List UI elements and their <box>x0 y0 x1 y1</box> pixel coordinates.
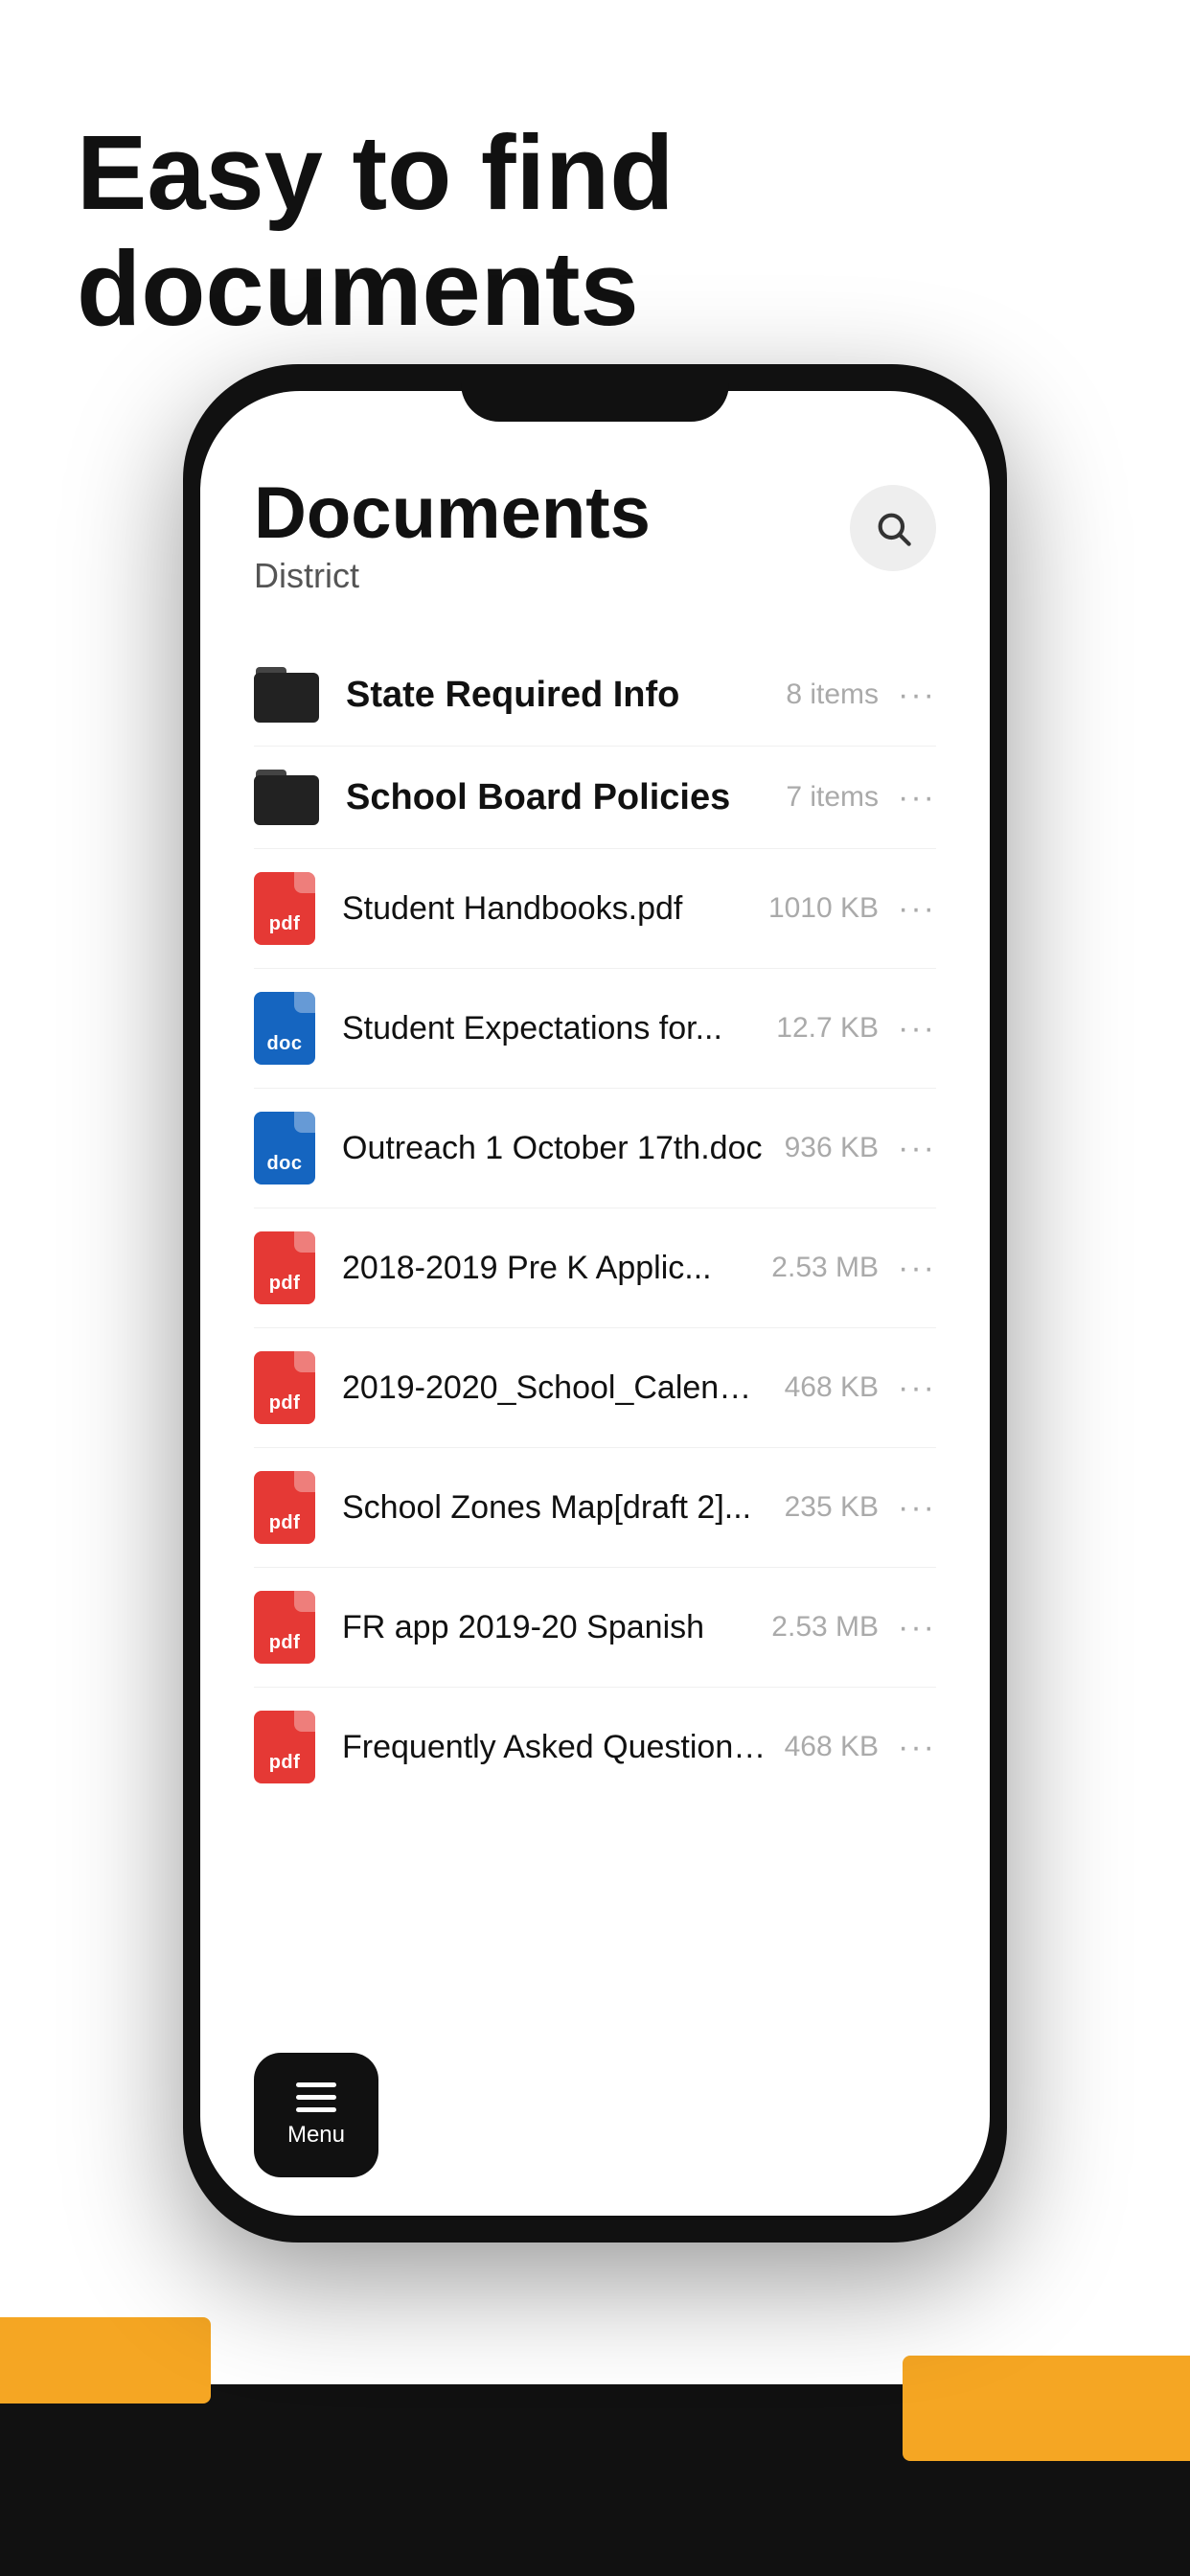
file-more-4[interactable]: ··· <box>898 1369 936 1407</box>
bg-yellow-left <box>0 2317 211 2404</box>
file-item-7[interactable]: pdf Frequently Asked Questions... 468 KB… <box>254 1688 936 1806</box>
file-meta-3: 2.53 MB <box>771 1252 879 1284</box>
pdf-label-0: pdf <box>269 913 301 935</box>
file-meta-0: 1010 KB <box>768 892 879 925</box>
folder-item-school-board[interactable]: School Board Policies 7 items ··· <box>254 747 936 849</box>
folder-meta-school-board: 7 items <box>786 781 879 814</box>
pdf-icon-5: pdf <box>254 1471 315 1544</box>
screen-title-block: Documents District <box>254 477 651 596</box>
file-meta-4: 468 KB <box>785 1371 879 1404</box>
document-list: State Required Info 8 items ··· School B… <box>254 644 936 1806</box>
file-name-2: Outreach 1 October 17th.doc <box>342 1130 769 1167</box>
menu-line-1 <box>296 2082 336 2087</box>
menu-label: Menu <box>287 2122 345 2149</box>
pdf-icon-4: pdf <box>254 1351 315 1424</box>
folder-icon <box>254 770 319 825</box>
menu-line-2 <box>296 2095 336 2100</box>
file-more-7[interactable]: ··· <box>898 1729 936 1766</box>
folder-item-state-required[interactable]: State Required Info 8 items ··· <box>254 644 936 747</box>
pdf-label-6: pdf <box>269 1632 301 1654</box>
bottom-bar: Menu <box>254 2053 378 2177</box>
screen-content: Documents District <box>200 391 990 2216</box>
file-more-6[interactable]: ··· <box>898 1609 936 1646</box>
phone-frame: Documents District <box>183 364 1007 2242</box>
file-item-1[interactable]: doc Student Expectations for... 12.7 KB … <box>254 969 936 1089</box>
search-icon <box>874 509 912 547</box>
screen-subtitle: District <box>254 556 651 596</box>
phone-screen: Documents District <box>200 391 990 2216</box>
search-button[interactable] <box>850 485 936 571</box>
file-more-1[interactable]: ··· <box>898 1010 936 1047</box>
pdf-icon-6: pdf <box>254 1591 315 1664</box>
menu-button[interactable]: Menu <box>254 2053 378 2177</box>
pdf-icon-7: pdf <box>254 1711 315 1783</box>
folder-more-school-board[interactable]: ··· <box>898 779 936 816</box>
pdf-label-3: pdf <box>269 1273 301 1295</box>
phone-notch <box>461 364 729 422</box>
folder-icon <box>254 667 319 723</box>
doc-icon-2: doc <box>254 1112 315 1184</box>
menu-lines-icon <box>296 2082 336 2112</box>
bg-yellow-right <box>903 2356 1190 2461</box>
file-more-2[interactable]: ··· <box>898 1130 936 1167</box>
file-more-3[interactable]: ··· <box>898 1250 936 1287</box>
file-name-4: 2019-2020_School_Calenda... <box>342 1369 769 1407</box>
file-name-1: Student Expectations for... <box>342 1010 761 1047</box>
file-meta-7: 468 KB <box>785 1731 879 1763</box>
file-item-3[interactable]: pdf 2018-2019 Pre K Applic... 2.53 MB ··… <box>254 1208 936 1328</box>
file-item-2[interactable]: doc Outreach 1 October 17th.doc 936 KB ·… <box>254 1089 936 1208</box>
screen-title: Documents <box>254 477 651 550</box>
folder-name-state-required: State Required Info <box>346 675 770 716</box>
file-name-3: 2018-2019 Pre K Applic... <box>342 1250 756 1287</box>
folder-name-school-board: School Board Policies <box>346 777 770 818</box>
file-item-4[interactable]: pdf 2019-2020_School_Calenda... 468 KB ·… <box>254 1328 936 1448</box>
file-item-5[interactable]: pdf School Zones Map[draft 2]... 235 KB … <box>254 1448 936 1568</box>
pdf-icon-0: pdf <box>254 872 315 945</box>
file-more-0[interactable]: ··· <box>898 890 936 928</box>
file-more-5[interactable]: ··· <box>898 1489 936 1527</box>
pdf-label-4: pdf <box>269 1392 301 1414</box>
menu-line-3 <box>296 2107 336 2112</box>
folder-more-state-required[interactable]: ··· <box>898 677 936 714</box>
file-name-0: Student Handbooks.pdf <box>342 890 753 928</box>
file-meta-1: 12.7 KB <box>776 1012 879 1045</box>
file-item-6[interactable]: pdf FR app 2019-20 Spanish 2.53 MB ··· <box>254 1568 936 1688</box>
doc-label-2: doc <box>266 1153 302 1175</box>
file-item-0[interactable]: pdf Student Handbooks.pdf 1010 KB ··· <box>254 849 936 969</box>
file-meta-2: 936 KB <box>785 1132 879 1164</box>
screen-header: Documents District <box>254 477 936 596</box>
file-name-7: Frequently Asked Questions... <box>342 1729 769 1766</box>
file-name-5: School Zones Map[draft 2]... <box>342 1489 769 1527</box>
hero-title: Easy to find documents <box>77 115 1113 347</box>
pdf-label-5: pdf <box>269 1512 301 1534</box>
doc-icon-1: doc <box>254 992 315 1065</box>
folder-meta-state-required: 8 items <box>786 678 879 711</box>
file-meta-5: 235 KB <box>785 1491 879 1524</box>
pdf-label-7: pdf <box>269 1752 301 1774</box>
file-name-6: FR app 2019-20 Spanish <box>342 1609 756 1646</box>
file-meta-6: 2.53 MB <box>771 1611 879 1644</box>
pdf-icon-3: pdf <box>254 1231 315 1304</box>
doc-label-1: doc <box>266 1033 302 1055</box>
